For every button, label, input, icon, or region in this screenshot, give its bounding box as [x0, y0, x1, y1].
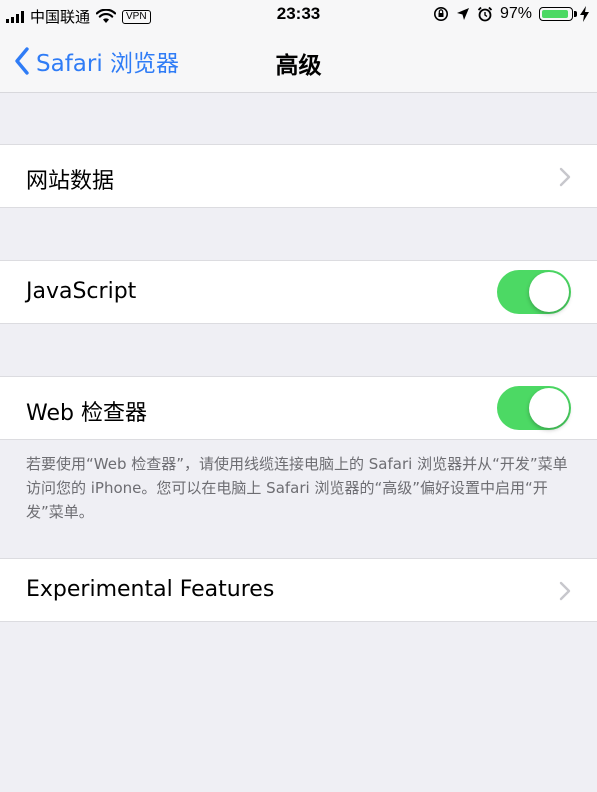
navigation-bar: Safari 浏览器 高级 — [0, 30, 597, 93]
row-javascript-label: JavaScript — [26, 279, 137, 304]
status-right: 97% — [433, 5, 589, 23]
chevron-right-icon — [559, 581, 571, 601]
row-web-inspector-label: Web 检查器 — [26, 401, 147, 426]
status-bar: 中国联通 VPN 23:33 97% — [0, 0, 597, 30]
row-website-data[interactable]: 网站数据 — [0, 144, 597, 208]
javascript-toggle[interactable] — [497, 270, 571, 314]
battery-icon — [539, 7, 577, 21]
web-inspector-toggle[interactable] — [497, 386, 571, 430]
row-javascript: JavaScript — [0, 260, 597, 324]
alarm-clock-icon — [477, 6, 493, 22]
page-title: 高级 — [275, 53, 322, 79]
row-experimental-features-label: Experimental Features — [26, 577, 275, 602]
location-arrow-icon — [456, 8, 469, 20]
web-inspector-footnote: 若要使用“Web 检查器”，请使用线缆连接电脑上的 Safari 浏览器并从“开… — [26, 455, 568, 521]
row-web-inspector: Web 检查器 — [0, 376, 597, 440]
orientation-lock-icon — [433, 7, 448, 21]
charging-bolt-icon — [580, 6, 589, 22]
battery-percent: 97% — [499, 5, 532, 22]
row-experimental-features[interactable]: Experimental Features — [0, 558, 597, 622]
row-website-data-label: 网站数据 — [26, 169, 115, 194]
chevron-right-icon — [559, 167, 571, 187]
